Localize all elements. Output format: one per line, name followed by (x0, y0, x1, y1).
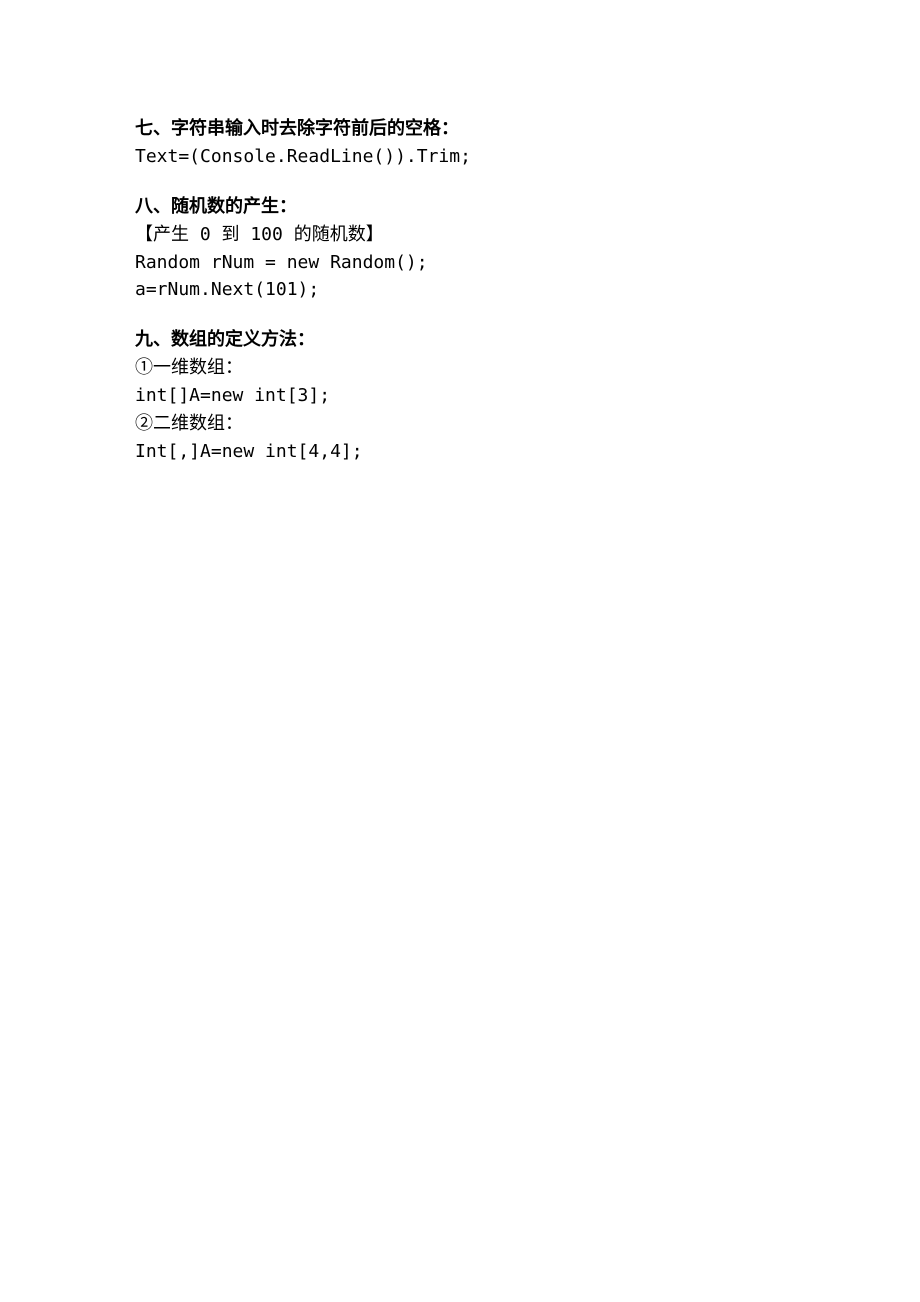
section-eight: 八、随机数的产生： 【产生 0 到 100 的随机数】 Random rNum … (135, 193, 785, 305)
section-nine: 九、数组的定义方法： ①一维数组： int[]A=new int[3]; ②二维… (135, 326, 785, 465)
heading-seven: 七、字符串输入时去除字符前后的空格： (135, 115, 785, 143)
section-seven: 七、字符串输入时去除字符前后的空格： Text=(Console.ReadLin… (135, 115, 785, 171)
code-line: Int[,]A=new int[4,4]; (135, 438, 785, 466)
code-line: Random rNum = new Random(); (135, 249, 785, 277)
heading-nine: 九、数组的定义方法： (135, 326, 785, 354)
code-line: a=rNum.Next(101); (135, 276, 785, 304)
code-line: 【产生 0 到 100 的随机数】 (135, 221, 785, 249)
code-line: Text=(Console.ReadLine()).Trim; (135, 143, 785, 171)
heading-eight: 八、随机数的产生： (135, 193, 785, 221)
code-line: ①一维数组： (135, 354, 785, 382)
code-line: int[]A=new int[3]; (135, 382, 785, 410)
code-line: ②二维数组： (135, 410, 785, 438)
